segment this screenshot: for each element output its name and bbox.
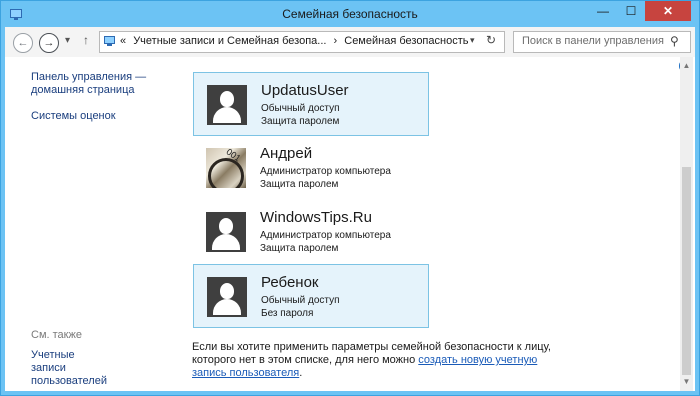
user-name: WindowsTips.Ru [260,209,372,226]
user-role: Обычный доступ [261,295,340,306]
address-bar[interactable]: « Учетные записи и Семейная безопа... › … [99,31,505,53]
window: Семейная безопасность — ☐ ✕ ← → ▾ ↑ « Уч… [0,0,700,396]
info-note: Если вы хотите применить параметры семей… [192,341,552,380]
user-name: Ребенок [261,274,319,291]
search-input[interactable]: Поиск в панели управления ⚲ [513,31,691,53]
close-button[interactable]: ✕ [645,1,691,21]
user-tile[interactable]: Ребенок Обычный доступ Без пароля [193,264,429,328]
sidebar-link-control-panel-home[interactable]: Панель управления — домашняя страница [31,71,151,97]
back-button[interactable]: ← [13,33,33,53]
title-bar: Семейная безопасность — ☐ ✕ [1,1,699,27]
note-end: . [299,367,303,379]
user-role: Администратор компьютера [260,230,391,241]
scrollbar-thumb[interactable] [682,167,691,375]
default-user-icon [207,277,247,317]
search-icon[interactable]: ⚲ [670,34,679,48]
sidebar-link-ratings[interactable]: Системы оценок [31,110,116,123]
user-role: Обычный доступ [261,103,340,114]
user-tile[interactable]: 001 Андрей Администратор компьютера Защи… [193,136,427,198]
breadcrumb-item-family-safety[interactable]: Семейная безопасность [344,35,468,47]
user-password-status: Защита паролем [261,116,340,127]
scroll-down-icon[interactable]: ▼ [680,377,693,389]
user-role: Администратор компьютера [260,166,391,177]
user-name: UpdatusUser [261,82,349,99]
default-user-icon [206,212,246,252]
user-password-status: Защита паролем [260,179,339,190]
breadcrumb-item-accounts[interactable]: Учетные записи и Семейная безопа... [133,35,326,47]
up-button[interactable]: ↑ [83,33,89,47]
content-area: ? Панель управления — домашняя страница … [5,57,695,391]
user-name: Андрей [260,145,313,162]
scroll-up-icon[interactable]: ▲ [680,61,693,73]
forward-button[interactable]: → [39,33,59,53]
default-user-icon [207,85,247,125]
minimize-button[interactable]: — [589,1,617,21]
control-panel-icon [104,36,115,46]
vertical-scrollbar[interactable]: ▲ ▼ [680,57,693,391]
see-also-heading: См. также [31,329,82,341]
search-placeholder: Поиск в панели управления [522,35,664,47]
sidebar-link-user-accounts[interactable]: Учетные записи пользователей [31,349,111,388]
address-dropdown-icon[interactable]: ▾ [470,35,475,46]
breadcrumb: « Учетные записи и Семейная безопа... › … [120,35,472,47]
user-password-status: Без пароля [261,308,314,319]
navigation-bar: ← → ▾ ↑ « Учетные записи и Семейная безо… [5,27,695,57]
breadcrumb-overflow[interactable]: « [120,35,126,47]
user-password-status: Защита паролем [260,243,339,254]
breadcrumb-separator[interactable]: › [334,35,338,47]
maximize-button[interactable]: ☐ [617,1,645,21]
sidebar: Панель управления — домашняя страница Си… [5,57,171,391]
user-photo-avatar: 001 [206,148,246,188]
recent-pages-button[interactable]: ▾ [65,35,70,46]
user-tile[interactable]: UpdatusUser Обычный доступ Защита пароле… [193,72,429,136]
refresh-icon[interactable]: ↻ [486,33,496,47]
user-tile[interactable]: WindowsTips.Ru Администратор компьютера … [193,200,427,262]
